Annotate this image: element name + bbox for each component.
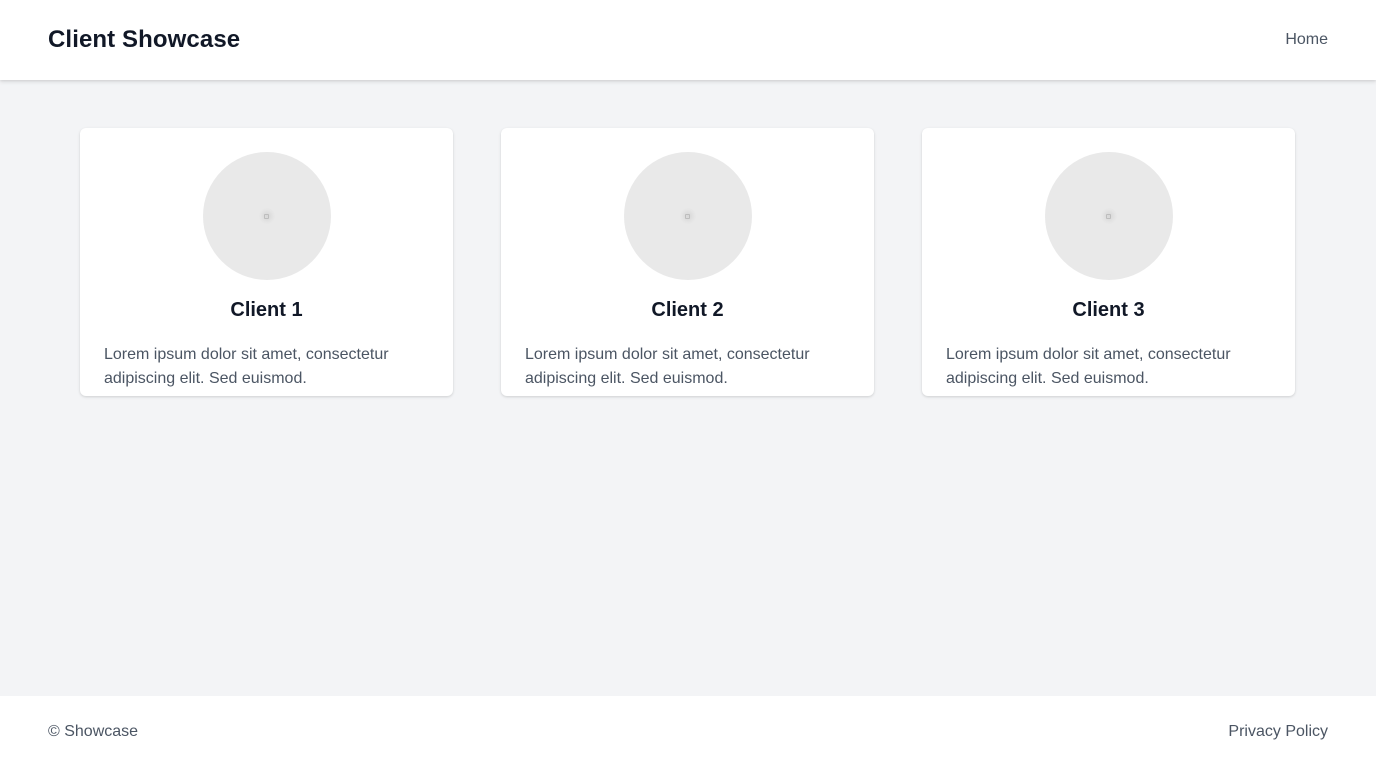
client-name: Client 2 bbox=[651, 299, 724, 321]
client-avatar bbox=[623, 152, 752, 280]
client-description: Lorem ipsum dolor sit amet, consectetur … bbox=[946, 345, 1231, 387]
site-footer: © Showcase Privacy Policy bbox=[0, 696, 1376, 768]
client-name: Client 1 bbox=[230, 299, 303, 321]
placeholder-image-icon bbox=[679, 208, 696, 224]
placeholder-image-icon bbox=[258, 208, 275, 224]
client-avatar bbox=[202, 152, 331, 280]
client-name: Client 3 bbox=[1072, 299, 1145, 321]
site-header: Client Showcase Home bbox=[0, 0, 1376, 80]
client-card-list: Client 1 Lorem ipsum dolor sit amet, con… bbox=[80, 128, 1296, 396]
client-card: Client 3 Lorem ipsum dolor sit amet, con… bbox=[922, 128, 1295, 396]
site-title: Client Showcase bbox=[48, 26, 241, 53]
client-card: Client 2 Lorem ipsum dolor sit amet, con… bbox=[501, 128, 874, 396]
main-nav: Home bbox=[1285, 31, 1328, 49]
copyright-text: © Showcase bbox=[48, 723, 139, 740]
nav-link-home[interactable]: Home bbox=[1285, 31, 1328, 48]
privacy-policy-link[interactable]: Privacy Policy bbox=[1228, 723, 1328, 741]
client-description: Lorem ipsum dolor sit amet, consectetur … bbox=[525, 345, 810, 387]
placeholder-image-icon bbox=[1100, 208, 1117, 224]
client-card: Client 1 Lorem ipsum dolor sit amet, con… bbox=[80, 128, 453, 396]
client-avatar bbox=[1044, 152, 1173, 280]
client-description: Lorem ipsum dolor sit amet, consectetur … bbox=[104, 345, 389, 387]
main-content: Client 1 Lorem ipsum dolor sit amet, con… bbox=[0, 80, 1376, 696]
